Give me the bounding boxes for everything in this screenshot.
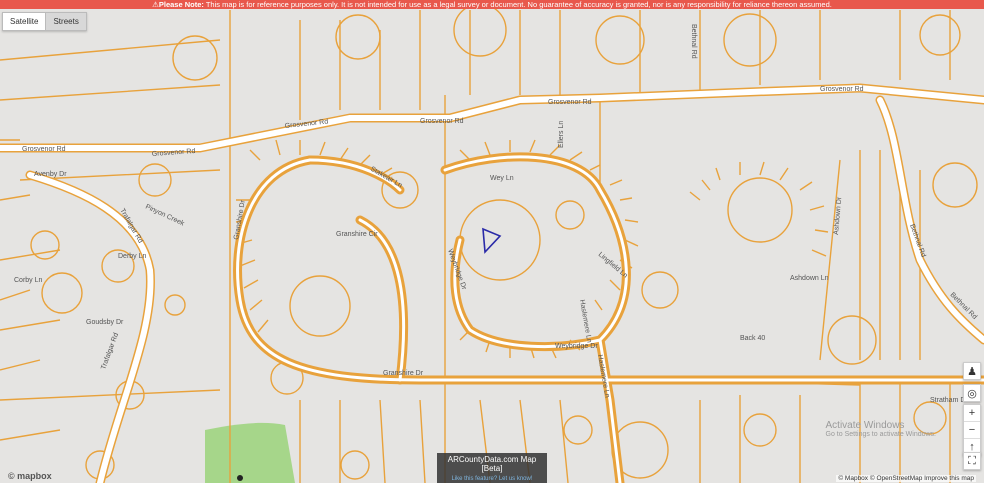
map-controls: ◎ [963, 384, 981, 402]
park-area [205, 422, 295, 483]
mapbox-logo[interactable]: © mapbox [8, 471, 52, 481]
activate-windows-overlay: Activate Windows Go to Settings to activ… [826, 420, 937, 438]
label-granshire-cir: Granshire Cir [336, 231, 378, 238]
label-grosvenor-1: Grosvenor Rd [22, 146, 66, 153]
activate-subtitle: Go to Settings to activate Windows. [825, 431, 937, 438]
label-grosvenor-5: Grosvenor Rd [548, 99, 592, 106]
zoom-out-button[interactable]: − [964, 422, 980, 439]
disclaimer-text: This map is for reference purposes only.… [205, 0, 832, 9]
label-grosvenor-4: Grosvenor Rd [420, 118, 464, 125]
map-canvas[interactable]: Grosvenor Rd Grosvenor Rd Grosvenor Rd G… [0, 0, 984, 483]
fullscreen-control: ⛶ [963, 452, 981, 470]
park-marker-icon [237, 475, 243, 481]
label-corby: Corby Ln [14, 277, 43, 284]
locate-icon[interactable]: ◎ [964, 385, 980, 401]
label-goudsby: Goudsby Dr [86, 319, 124, 326]
label-ellers: Ellers Ln [558, 121, 565, 148]
label-back40: Back 40 [740, 335, 765, 342]
satellite-button[interactable]: Satellite [3, 13, 46, 30]
fullscreen-icon[interactable]: ⛶ [964, 453, 980, 469]
site-watermark: ARCountyData.com Map [Beta] Like this fe… [437, 453, 547, 483]
label-granshire-2: Granshire Dr [383, 370, 424, 377]
zoom-in-button[interactable]: + [964, 405, 980, 422]
label-wey: Wey Ln [490, 175, 514, 182]
label-bethnal-1: Bethnal Rd [690, 24, 697, 59]
streets-button[interactable]: Streets [45, 13, 86, 30]
layer-switcher: Satellite Streets [2, 12, 87, 31]
attribution[interactable]: © Mapbox © OpenStreetMap Improve this ma… [836, 475, 976, 482]
watermark-title: ARCountyData.com Map [Beta] [437, 453, 547, 475]
activate-title: Activate Windows [825, 420, 905, 431]
label-derby: Derby Ln [118, 253, 147, 260]
disclaimer-title: Please Note: [158, 0, 204, 9]
disclaimer-banner: ⚠Please Note: This map is for reference … [0, 0, 984, 9]
pegman-control: ♟ [963, 362, 981, 380]
label-weybridge-2: Weybridge Dr [555, 343, 598, 350]
feedback-link[interactable]: Like this feature? Let us know! [437, 475, 547, 483]
label-grosvenor-6: Grosvenor Rd [820, 86, 864, 93]
label-avenby: Avenby Dr [34, 171, 67, 178]
person-icon[interactable]: ♟ [964, 363, 980, 379]
zoom-controls: + − ↑ [963, 404, 981, 456]
label-ashdown-1: Ashdown Ln [790, 275, 829, 282]
